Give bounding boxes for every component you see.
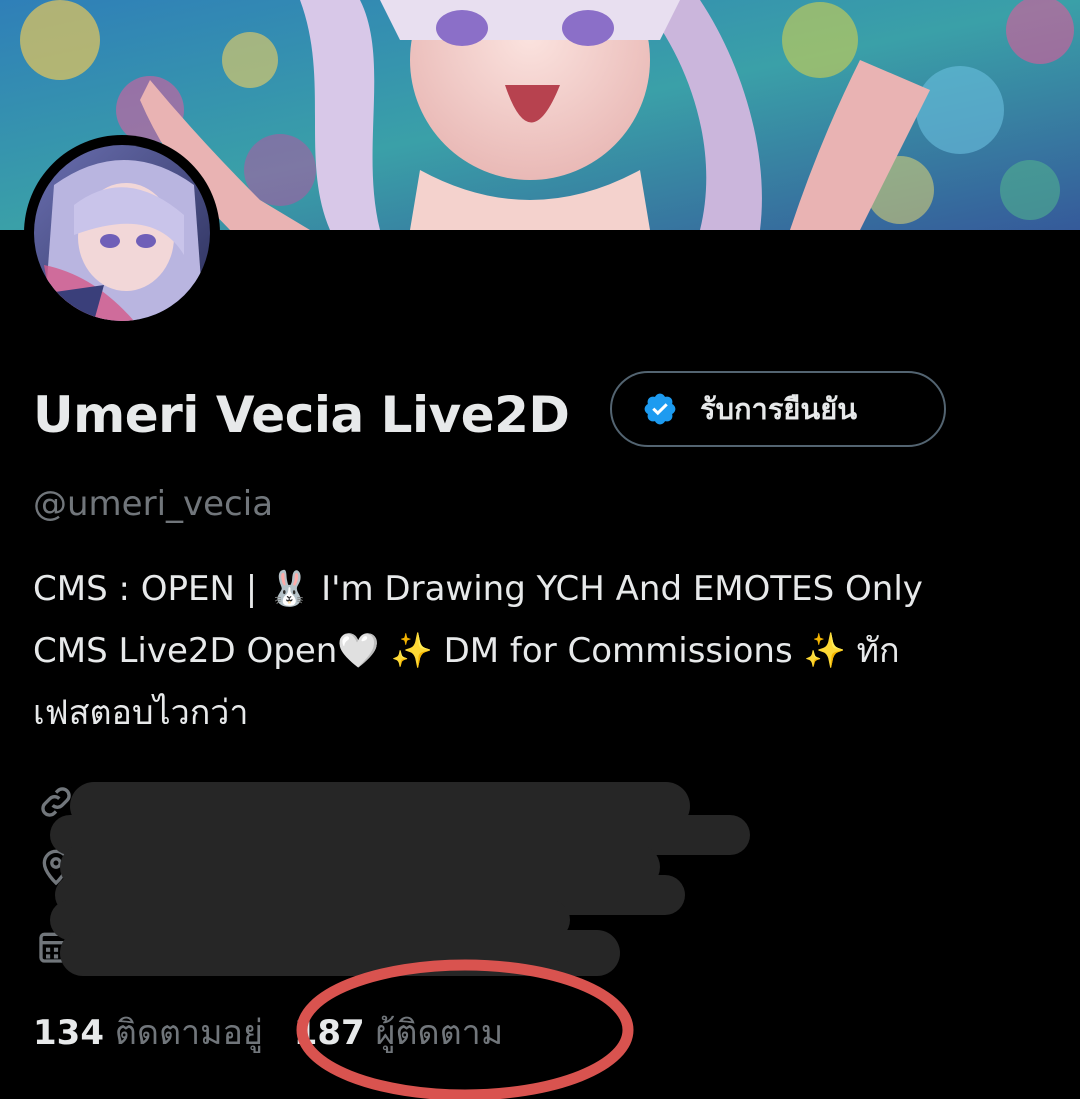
following-link[interactable]: 134 ติดตามอยู่ (33, 1005, 263, 1061)
get-verified-label: รับการยืนยัน (700, 392, 858, 426)
following-label: ติดตามอยู่ (114, 1013, 263, 1053)
followers-count: 187 (293, 1013, 365, 1053)
bio-line: CMS Live2D Open🤍 ✨ DM for Commissions ✨ … (33, 631, 900, 671)
display-name: Umeri Vecia Live2D (33, 386, 570, 444)
followers-link[interactable]: 187 ผู้ติดตาม (294, 1005, 503, 1061)
redaction-scribble (40, 770, 770, 980)
username-handle: @umeri_vecia (33, 484, 274, 524)
get-verified-button[interactable]: รับการยืนยัน (610, 371, 946, 447)
followers-label: ผู้ติดตาม (375, 1013, 504, 1053)
avatar[interactable] (34, 145, 210, 321)
verified-badge-icon (644, 393, 676, 425)
bio-line: CMS : OPEN | 🐰 I'm Drawing YCH And EMOTE… (33, 569, 923, 609)
following-count: 134 (33, 1013, 104, 1053)
bio-line: เฟสตอบไวกว่า (33, 693, 249, 733)
follow-stats: 134 ติดตามอยู่ 187 ผู้ติดตาม (33, 1005, 503, 1061)
profile-page: Umeri Vecia Live2D รับการยืนยัน @umeri_v… (0, 0, 1080, 1099)
profile-bio: CMS : OPEN | 🐰 I'm Drawing YCH And EMOTE… (33, 558, 1063, 744)
